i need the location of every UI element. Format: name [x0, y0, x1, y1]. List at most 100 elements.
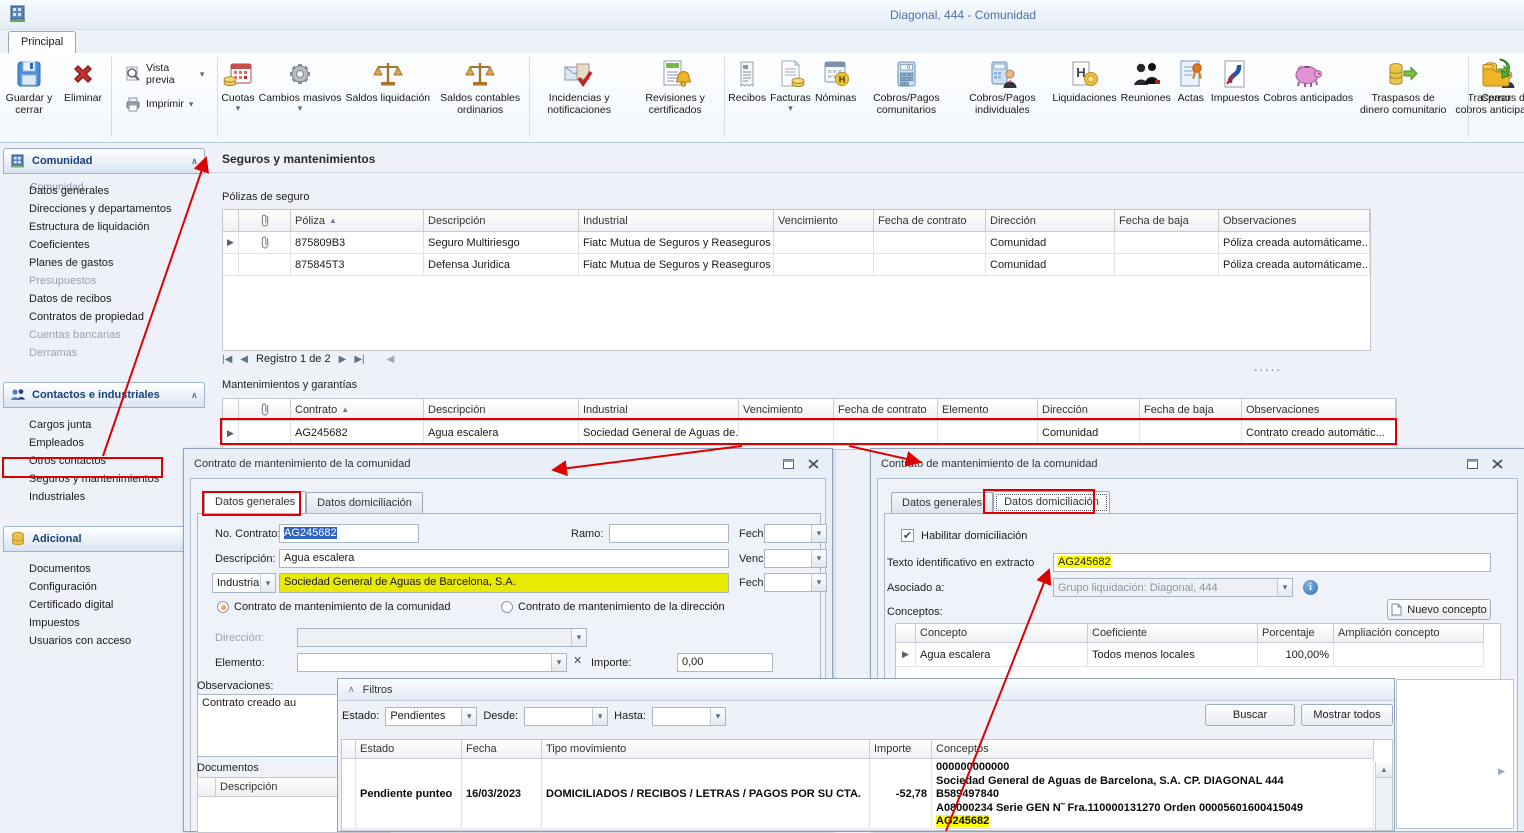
sidebar-item-otros-contactos[interactable]: Otros contactos: [3, 452, 205, 470]
ribbon-saldos-contables-ordinarios-button[interactable]: Saldos contables ordinarios: [432, 55, 528, 129]
ribbon-nominas-button[interactable]: HNóminas: [813, 55, 858, 129]
ribbon-facturas-button[interactable]: Facturas▾: [768, 55, 813, 129]
attachment-column-header[interactable]: [239, 210, 291, 232]
industrial-input[interactable]: Sociedad General de Aguas de Barcelona, …: [279, 573, 729, 593]
column-header-direccion[interactable]: Dirección: [986, 210, 1115, 232]
table-row[interactable]: ▶Agua escaleraTodos menos locales100,00%: [896, 643, 1500, 667]
sidebar-item-estructura-de-liquidacion[interactable]: Estructura de liquidación: [3, 218, 205, 236]
column-header-fecha-de-baja[interactable]: Fecha de baja: [1140, 399, 1242, 421]
ribbon-vista-previa-button[interactable]: Vista previa▾: [119, 63, 210, 85]
sidebar-item-seguros-y-mantenimientos[interactable]: Seguros y mantenimientos: [3, 470, 205, 488]
sidebar-item-datos-generales[interactable]: Datos generales: [3, 182, 205, 200]
ribbon-liquidaciones-button[interactable]: HLiquidaciones: [1050, 55, 1118, 129]
tab-datos-generales[interactable]: Datos generales: [204, 491, 306, 514]
column-header-descripcion[interactable]: Descripción: [424, 399, 579, 421]
estado-combo[interactable]: Pendientes▾: [385, 707, 477, 726]
sidebar-item-documentos[interactable]: Documentos: [3, 560, 205, 578]
collapse-icon[interactable]: ∧: [191, 156, 198, 167]
chevron-down-icon[interactable]: ▾: [710, 708, 725, 725]
clear-elemento-icon[interactable]: ✕: [573, 654, 582, 667]
column-header-industrial[interactable]: Industrial: [579, 210, 774, 232]
collapse-icon[interactable]: ∧: [191, 390, 198, 401]
ribbon-recibos-button[interactable]: Recibos: [726, 55, 768, 129]
sidebar-item-datos-de-recibos[interactable]: Datos de recibos: [3, 290, 205, 308]
column-header-vencimiento[interactable]: Vencimiento: [739, 399, 834, 421]
filtros-header[interactable]: ∧ Filtros: [338, 679, 1394, 701]
splitter-handle[interactable]: ·····: [1254, 365, 1282, 377]
sidebar-item-usuarios-con-acceso[interactable]: Usuarios con acceso: [3, 632, 205, 650]
ribbon-reuniones-button[interactable]: Reuniones: [1119, 55, 1173, 129]
column-header-fecha-de-contrato[interactable]: Fecha de contrato: [874, 210, 986, 232]
ribbon-actas-button[interactable]: Actas: [1173, 55, 1209, 129]
sidebar-item-industriales[interactable]: Industriales: [3, 488, 205, 506]
radio-contrato-direccion[interactable]: Contrato de mantenimiento de la direcció…: [501, 601, 725, 613]
pager-next-button[interactable]: ▶: [339, 354, 347, 365]
attachment-column-header[interactable]: [239, 399, 291, 421]
column-header-coeficiente[interactable]: Coeficiente: [1088, 624, 1258, 643]
desde-combo[interactable]: ▾: [524, 707, 608, 726]
scroll-up-icon[interactable]: ▲: [1376, 762, 1392, 778]
column-header-fecha-de-baja[interactable]: Fecha de baja: [1115, 210, 1219, 232]
tab-principal[interactable]: Principal: [8, 31, 76, 53]
column-header-observaciones[interactable]: Observaciones: [1219, 210, 1370, 232]
column-header-importe[interactable]: Importe: [870, 740, 932, 759]
mostrar-todos-button[interactable]: Mostrar todos: [1301, 704, 1393, 726]
dialog-title-bar[interactable]: Contrato de mantenimiento de la comunida…: [871, 449, 1524, 478]
ramo-input[interactable]: [609, 524, 729, 543]
restore-window-icon[interactable]: [780, 456, 797, 471]
column-header-elemento[interactable]: Elemento: [938, 399, 1038, 421]
column-header-concepto[interactable]: Concepto: [916, 624, 1088, 643]
vertical-scrollbar[interactable]: ▲: [1375, 762, 1392, 830]
column-header-poliza[interactable]: Póliza▲: [291, 210, 424, 232]
info-icon[interactable]: i: [1303, 580, 1318, 595]
ribbon-cobros-pagos-comunitarios-button[interactable]: 0Cobros/Pagos comunitarios: [858, 55, 954, 129]
pager-prev-button[interactable]: ◀: [240, 354, 248, 365]
vencimiento-combo[interactable]: ▾: [764, 549, 827, 568]
nuevo-concepto-button[interactable]: Nuevo concepto: [1387, 599, 1491, 620]
restore-window-icon[interactable]: [1464, 456, 1481, 471]
sidebar-item-presupuestos[interactable]: Presupuestos: [3, 272, 205, 290]
chevron-down-icon[interactable]: ▾: [260, 574, 275, 592]
chevron-down-icon[interactable]: ▾: [592, 708, 607, 725]
sidebar-item-direcciones-y-departamentos[interactable]: Direcciones y departamentos: [3, 200, 205, 218]
column-header-contrato[interactable]: Contrato▲: [291, 399, 424, 421]
ribbon-revisiones-y-certificados-button[interactable]: Revisiones y certificados: [627, 55, 723, 129]
ribbon-saldos-liquidacion-button[interactable]: Saldos liquidación: [343, 55, 432, 129]
hasta-combo[interactable]: ▾: [652, 707, 726, 726]
sidebar-section-comunidad[interactable]: Comunidad∧: [3, 148, 205, 174]
close-window-icon[interactable]: [1489, 456, 1506, 471]
sidebar-item-certificado-digital[interactable]: Certificado digital: [3, 596, 205, 614]
hscroll-left-button[interactable]: ◀: [387, 354, 395, 365]
descripcion-input[interactable]: Agua escalera: [279, 549, 729, 568]
sidebar-item-configuracion[interactable]: Configuración: [3, 578, 205, 596]
ribbon-imprimir-button[interactable]: Imprimir▾: [119, 93, 210, 115]
ribbon-impuestos-button[interactable]: Impuestos: [1209, 55, 1261, 129]
fecha-contrato-combo[interactable]: ▾: [764, 524, 827, 543]
chevron-down-icon[interactable]: ▾: [461, 708, 476, 725]
tab-datos-domiciliacion[interactable]: Datos domiciliación: [306, 492, 423, 514]
chevron-down-icon[interactable]: ▾: [811, 525, 826, 542]
column-header-ampliacion-concepto[interactable]: Ampliación concepto: [1334, 624, 1484, 643]
no-contrato-input[interactable]: AG245682: [279, 524, 419, 543]
tab-datos-domiciliacion[interactable]: Datos domiciliación: [993, 491, 1110, 514]
sidebar-item-empleados[interactable]: Empleados: [3, 434, 205, 452]
sidebar-item-cuentas-bancarias[interactable]: Cuentas bancarias: [3, 326, 205, 344]
ribbon-incidencias-y-notificaciones-button[interactable]: Incidencias y notificaciones: [531, 55, 627, 129]
elemento-combo[interactable]: ▾: [297, 653, 567, 672]
texto-identificativo-input[interactable]: AG245682: [1053, 553, 1491, 572]
close-window-icon[interactable]: [805, 456, 822, 471]
column-header-observaciones[interactable]: Observaciones: [1242, 399, 1396, 421]
collapse-icon[interactable]: ∧: [348, 684, 355, 695]
pager-first-button[interactable]: |◀: [222, 354, 232, 365]
chevron-down-icon[interactable]: ▾: [811, 574, 826, 591]
ribbon-cambios-masivos-button[interactable]: Cambios masivos▾: [257, 55, 344, 129]
column-header-industrial[interactable]: Industrial: [579, 399, 739, 421]
table-row[interactable]: ▶875809B3Seguro MultiriesgoFiatc Mutua d…: [223, 232, 1370, 254]
ribbon-guardar-y-cerrar-button[interactable]: Guardar y cerrar: [2, 55, 56, 129]
column-header-vencimiento[interactable]: Vencimiento: [774, 210, 874, 232]
table-row[interactable]: ▶AG245682Agua escaleraSociedad General d…: [223, 421, 1396, 446]
sidebar-section-contactos-e-industriales[interactable]: Contactos e industriales∧: [3, 382, 205, 408]
ribbon-eliminar-button[interactable]: Eliminar: [56, 55, 110, 129]
industrial-type-combo[interactable]: Industrial▾: [212, 573, 276, 593]
chevron-down-icon[interactable]: ▾: [811, 550, 826, 567]
